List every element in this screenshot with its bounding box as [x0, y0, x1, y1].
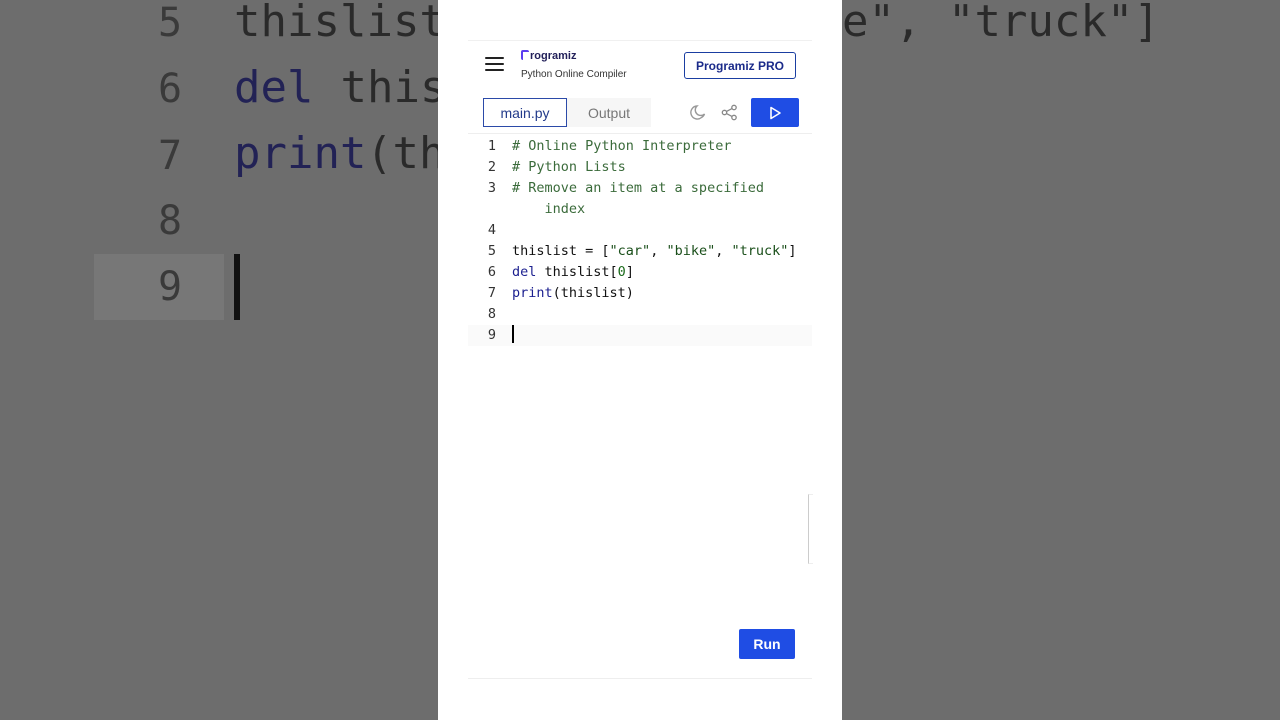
share-icon[interactable]: [721, 104, 738, 121]
code-line: 8: [468, 304, 812, 325]
toolbar-divider: [468, 133, 812, 134]
code-text: # Online Python Interpreter: [512, 138, 732, 154]
bg-line-number: 8: [158, 198, 183, 244]
bg-code-line-tail: e", "truck"]: [842, 0, 1160, 47]
play-icon: [770, 106, 781, 119]
code-line: 5 thislist = ["car", "bike", "truck"]: [468, 241, 812, 262]
bg-code-line: thislist: [234, 0, 446, 47]
dark-mode-icon[interactable]: [690, 104, 707, 121]
code-line: 2 # Python Lists: [468, 157, 812, 178]
code-line-wrap: index: [468, 199, 812, 220]
code-line: 1 # Online Python Interpreter: [468, 136, 812, 157]
code-text: index: [512, 201, 586, 217]
line-number: 3: [487, 180, 496, 196]
text-caret: [512, 325, 514, 343]
code-text: thislist = ["car", "bike", "truck"]: [512, 243, 797, 259]
header: rogramiz Python Online Compiler Programi…: [468, 40, 812, 91]
logo-mark-icon: [521, 50, 529, 60]
programiz-pro-button[interactable]: Programiz PRO: [684, 52, 796, 79]
code-text: # Remove an item at a specified: [512, 180, 764, 196]
tab-output[interactable]: Output: [567, 98, 651, 127]
logo-text: rogramiz: [530, 50, 577, 62]
bg-line-number: 6: [158, 66, 183, 112]
bg-caret: [234, 254, 240, 320]
line-number: 7: [487, 285, 496, 301]
run-button[interactable]: Run: [739, 629, 795, 659]
bg-code-line: (th: [366, 128, 446, 179]
line-number: 8: [487, 306, 496, 322]
bg-line-number: 9: [158, 264, 183, 310]
footer-divider: [468, 678, 812, 679]
bg-code-keyword: del: [234, 62, 314, 113]
tab-main-py[interactable]: main.py: [483, 98, 567, 127]
line-number: 1: [487, 138, 496, 154]
bg-code-line: this: [314, 62, 447, 113]
bg-line-number: 7: [158, 133, 183, 179]
code-text: # Python Lists: [512, 159, 626, 175]
code-line: 3 # Remove an item at a specified: [468, 178, 812, 199]
line-number: 4: [487, 222, 496, 238]
line-number: 6: [487, 264, 496, 280]
code-text: [512, 325, 514, 346]
code-text: print(thislist): [512, 285, 634, 301]
page-subtitle: Python Online Compiler: [521, 69, 627, 80]
code-editor[interactable]: 1 # Online Python Interpreter 2 # Python…: [468, 136, 812, 356]
run-play-button[interactable]: [751, 98, 799, 127]
bg-line-number: 5: [158, 0, 183, 46]
line-number: 5: [487, 243, 496, 259]
code-line-active: 9: [468, 325, 812, 346]
hamburger-menu-icon[interactable]: [485, 57, 504, 71]
compiler-panel: rogramiz Python Online Compiler Programi…: [438, 0, 842, 720]
code-line: 6 del thislist[0]: [468, 262, 812, 283]
scrollbar[interactable]: [808, 494, 813, 564]
code-text: del thislist[0]: [512, 264, 634, 280]
bg-code-keyword: print: [234, 128, 367, 179]
programiz-logo[interactable]: rogramiz: [521, 50, 576, 62]
code-line: 4: [468, 220, 812, 241]
line-number: 9: [487, 327, 496, 343]
line-number: 2: [487, 159, 496, 175]
code-line: 7 print(thislist): [468, 283, 812, 304]
